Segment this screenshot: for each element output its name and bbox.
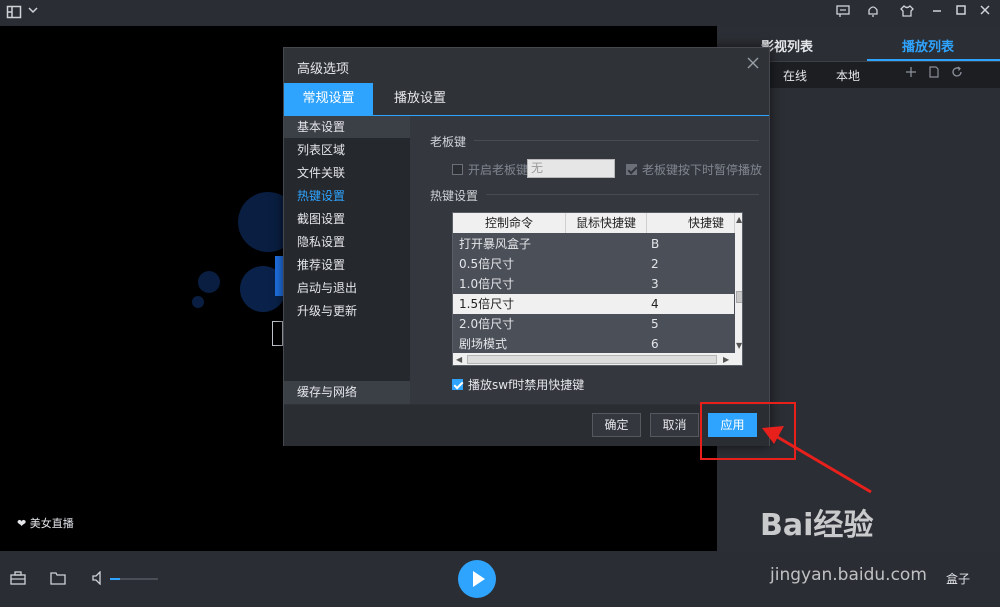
table-header: 控制命令 鼠标快捷键 快捷键	[453, 213, 742, 233]
scroll-up-icon[interactable]: ▲	[736, 215, 742, 224]
horizontal-scrollbar[interactable]: ◀ ▶	[453, 353, 742, 365]
logo-bubble	[198, 271, 220, 293]
dialog-title: 高级选项	[297, 62, 350, 77]
maximize-icon[interactable]	[952, 4, 970, 22]
active-tab-indicator	[867, 59, 1000, 61]
settings-sidebar: 基本设置 列表区域 文件关联 热键设置 截图设置 隐私设置 推荐设置 启动与退出…	[284, 116, 410, 404]
sidebar-item-privacy[interactable]: 隐私设置	[284, 231, 410, 253]
disable-hotkeys-swf-checkbox[interactable]	[452, 379, 463, 390]
key-cell: 2	[651, 257, 659, 271]
cancel-button[interactable]: 取消	[650, 413, 699, 437]
logo-fragment	[275, 256, 283, 296]
boss-key-group-label: 老板键	[430, 135, 467, 149]
scroll-left-icon[interactable]: ◀	[456, 355, 462, 364]
divider	[474, 140, 759, 141]
boss-key-input[interactable]: 无	[527, 159, 615, 178]
box-button[interactable]: 盒子	[946, 570, 970, 587]
sidebar-item-startup-exit[interactable]: 启动与退出	[284, 277, 410, 299]
heart-icon: ❤	[17, 517, 27, 530]
table-row-selected[interactable]: 1.5倍尺寸 4	[453, 294, 734, 314]
sidebar-item-screenshot[interactable]: 截图设置	[284, 208, 410, 230]
sidebar-item-basic[interactable]: 基本设置	[284, 116, 410, 138]
divider	[486, 194, 759, 195]
hotkey-table[interactable]: 控制命令 鼠标快捷键 快捷键 打开暴风盒子 B 0.5倍尺寸 2 1.0倍尺寸 …	[452, 212, 743, 366]
command-cell: 0.5倍尺寸	[459, 257, 515, 271]
command-cell: 1.0倍尺寸	[459, 277, 515, 291]
dialog-footer: 确定 取消 应用	[284, 405, 769, 446]
key-cell: 5	[651, 317, 659, 331]
table-row[interactable]: 0.5倍尺寸 2	[453, 254, 734, 274]
message-icon[interactable]	[834, 4, 852, 22]
disable-hotkeys-swf-label: 播放swf时禁用快捷键	[468, 378, 585, 392]
volume-icon[interactable]	[91, 570, 109, 587]
right-panel-subtabs: 在线 本地	[769, 62, 1000, 88]
sidebar-item-recommend[interactable]: 推荐设置	[284, 254, 410, 276]
ok-button[interactable]: 确定	[592, 413, 641, 437]
dialog-tabs: 常规设置 播放设置	[284, 83, 769, 116]
close-icon[interactable]	[976, 4, 994, 22]
sidebar-item-upgrade[interactable]: 升级与更新	[284, 300, 410, 322]
minimize-icon[interactable]	[928, 4, 946, 22]
key-cell: 3	[651, 277, 659, 291]
chevron-down-icon[interactable]	[24, 4, 42, 22]
menu-icon[interactable]	[5, 4, 23, 22]
watermark-url: jingyan.baidu.com	[770, 565, 927, 585]
table-row[interactable]: 剧场模式 6	[453, 334, 734, 354]
arrow-icon	[762, 426, 872, 494]
tab-play-settings[interactable]: 播放设置	[378, 83, 462, 115]
sidebar-item-file-association[interactable]: 文件关联	[284, 162, 410, 184]
close-icon[interactable]	[747, 55, 759, 73]
scroll-thumb[interactable]	[736, 291, 742, 303]
command-cell: 2.0倍尺寸	[459, 317, 515, 331]
advanced-options-dialog: 高级选项 常规设置 播放设置 基本设置 列表区域 文件关联 热键设置 截图设置 …	[283, 47, 770, 446]
key-cell: 6	[651, 337, 659, 351]
toolbox-icon[interactable]	[10, 571, 28, 587]
bell-icon[interactable]	[864, 4, 882, 22]
sidebar-item-list-area[interactable]: 列表区域	[284, 139, 410, 161]
refresh-icon[interactable]	[951, 66, 963, 82]
logo-fragment	[272, 321, 283, 346]
table-row[interactable]: 1.0倍尺寸 3	[453, 274, 734, 294]
live-badge[interactable]: ❤ 美女直播	[17, 515, 74, 531]
play-icon	[473, 571, 485, 587]
command-cell: 剧场模式	[459, 337, 508, 351]
scroll-down-icon[interactable]: ▼	[736, 341, 742, 350]
watermark-logo: Bai经验	[760, 508, 874, 543]
column-header-key[interactable]: 快捷键	[647, 213, 735, 233]
scroll-thumb[interactable]	[467, 355, 717, 364]
column-header-mouse[interactable]: 鼠标快捷键	[566, 213, 647, 233]
play-button[interactable]	[458, 560, 496, 598]
tab-general-settings[interactable]: 常规设置	[284, 83, 373, 115]
tab-play-list[interactable]: 播放列表	[902, 36, 954, 55]
hotkeys-group-label: 热键设置	[430, 189, 479, 203]
add-icon[interactable]	[905, 66, 917, 82]
enable-boss-key-checkbox[interactable]	[452, 164, 463, 175]
scroll-right-icon[interactable]: ▶	[723, 355, 729, 364]
volume-level	[110, 578, 120, 580]
skin-icon[interactable]	[898, 4, 916, 22]
sidebar-item-hotkeys[interactable]: 热键设置	[284, 185, 410, 207]
sidebar-item-cache-network[interactable]: 缓存与网络	[284, 381, 410, 404]
vertical-scrollbar[interactable]: ▲ ▼	[735, 213, 742, 353]
command-cell: 打开暴风盒子	[459, 237, 532, 251]
file-icon[interactable]	[928, 66, 940, 82]
logo-bubble	[192, 296, 204, 308]
subtab-online[interactable]: 在线	[783, 67, 807, 84]
enable-boss-key-label: 开启老板键	[468, 163, 529, 177]
key-cell: B	[651, 237, 660, 251]
table-row[interactable]: 打开暴风盒子 B	[453, 234, 734, 254]
live-badge-label: 美女直播	[29, 517, 74, 530]
column-header-command[interactable]: 控制命令	[453, 213, 566, 233]
command-cell: 1.5倍尺寸	[459, 297, 515, 311]
key-cell: 4	[651, 297, 659, 311]
subtab-local[interactable]: 本地	[836, 67, 860, 84]
folder-icon[interactable]	[50, 571, 68, 587]
table-row[interactable]: 2.0倍尺寸 5	[453, 314, 734, 334]
pause-on-boss-key-checkbox[interactable]	[626, 164, 637, 175]
player-window: ❤ 美女直播 影视列表 播放列表 在线 本地 盒子 高级选项 常规设置 播放设置…	[0, 0, 1000, 607]
pause-on-boss-key-label: 老板键按下时暂停播放	[642, 163, 763, 177]
title-bar	[0, 0, 1000, 26]
